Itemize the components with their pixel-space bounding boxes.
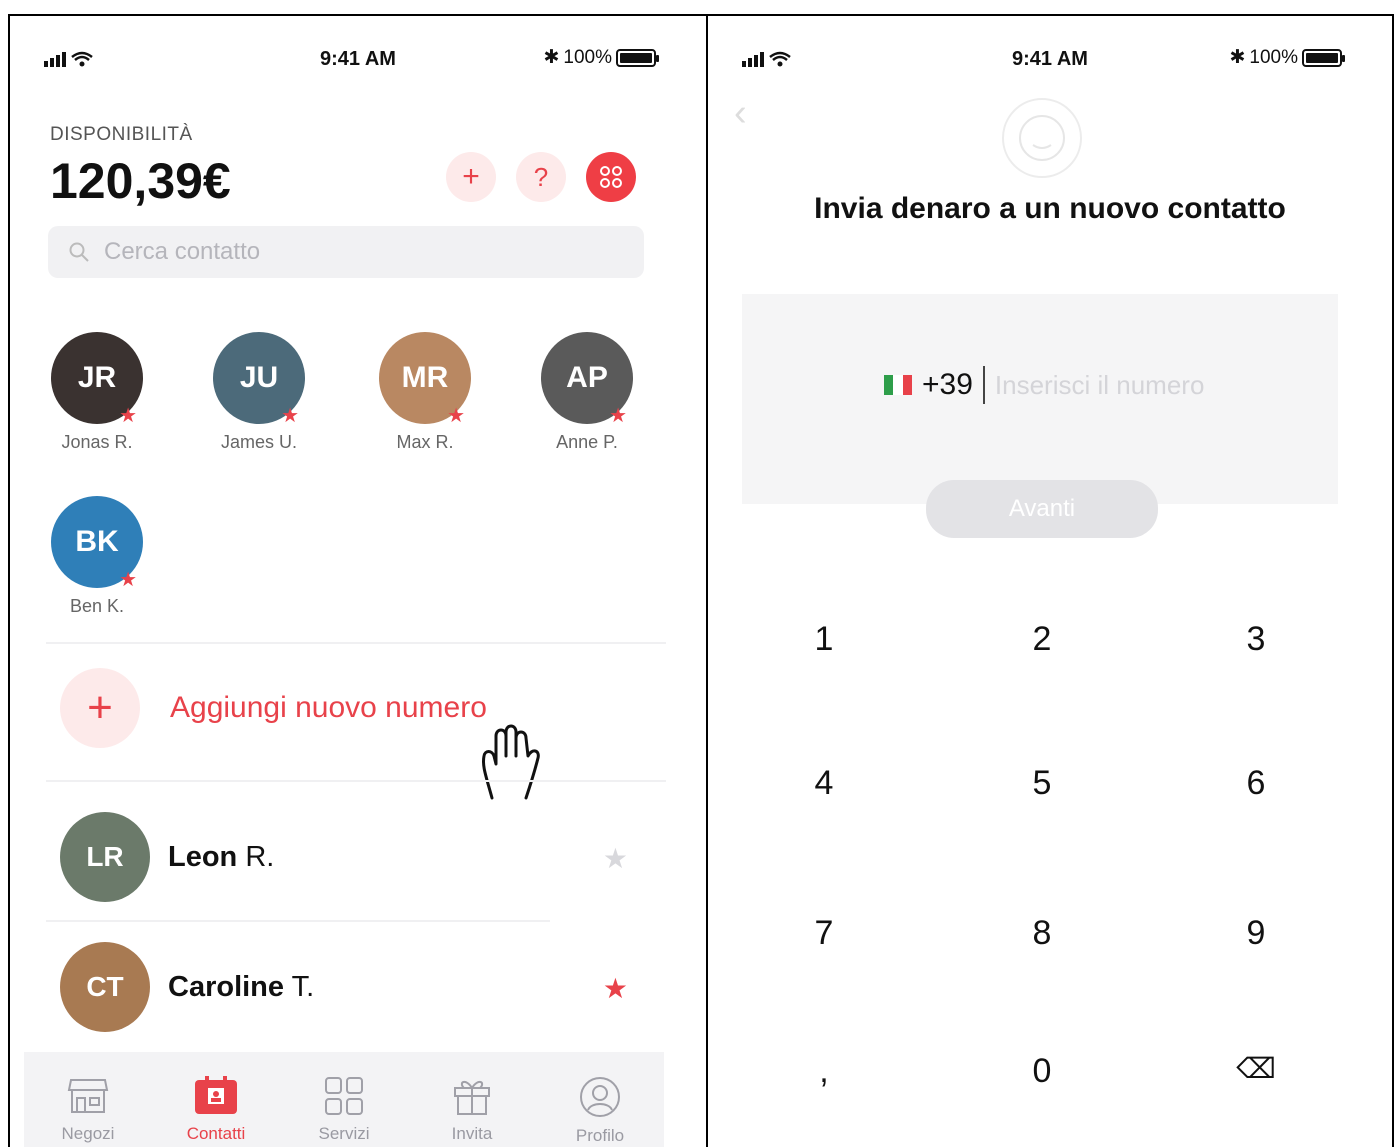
profile-icon: [580, 1077, 620, 1117]
avatar: CT: [60, 942, 150, 1032]
key-5[interactable]: 5: [982, 764, 1102, 803]
star-icon: ★: [609, 405, 627, 427]
tab-bar: Negozi Contatti Servizi Invita Profilo: [24, 1052, 664, 1147]
avatar: BK ★: [51, 496, 143, 591]
tab-servizi[interactable]: Servizi: [280, 1052, 408, 1147]
store-icon: [67, 1079, 109, 1113]
battery-icon: [616, 48, 659, 67]
gift-icon: [454, 1081, 490, 1115]
avatar: AP ★: [541, 332, 633, 427]
key-1[interactable]: 1: [764, 620, 884, 659]
status-bar: 9:41 AM ✱ 100%: [10, 44, 706, 74]
add-number-button[interactable]: + Aggiungi nuovo numero: [60, 668, 487, 748]
balance-amount: 120,39€: [50, 153, 231, 209]
key-8[interactable]: 8: [982, 914, 1102, 953]
avatar: JR ★: [51, 332, 143, 427]
key-7[interactable]: 7: [764, 914, 884, 953]
italy-flag-icon: [884, 375, 912, 395]
key-2[interactable]: 2: [982, 620, 1102, 659]
key-comma[interactable]: ,: [764, 1052, 884, 1091]
tab-profilo[interactable]: Profilo: [536, 1052, 664, 1147]
star-icon: ★: [447, 405, 465, 427]
bluetooth-icon: ✱: [1229, 47, 1246, 68]
star-icon: ★: [119, 405, 137, 427]
tab-label: Contatti: [186, 1124, 246, 1143]
tab-negozi[interactable]: Negozi: [24, 1052, 152, 1147]
battery-icon: [1302, 48, 1345, 67]
bluetooth-icon: ✱: [543, 47, 560, 68]
divider: [46, 780, 666, 782]
divider: [46, 920, 550, 922]
add-number-label: Aggiungi nuovo numero: [170, 691, 487, 724]
help-button[interactable]: ?: [516, 152, 566, 202]
number-placeholder: Inserisci il numero: [994, 369, 1205, 400]
page-title: Invia denaro a un nuovo contatto: [814, 192, 1286, 225]
key-3[interactable]: 3: [1196, 620, 1316, 659]
key-9[interactable]: 9: [1196, 914, 1316, 953]
back-chevron-icon[interactable]: ‹: [734, 92, 747, 135]
apps-icon: [600, 166, 622, 188]
avatar: LR: [60, 812, 150, 902]
contact-name: Leon R.: [168, 840, 275, 873]
favorite-name: Jonas R.: [61, 432, 133, 452]
favorite-star-icon[interactable]: ★: [603, 972, 628, 1005]
plus-icon: +: [60, 668, 140, 748]
pointer-hand-icon: [482, 724, 540, 800]
tab-label: Invita: [451, 1124, 493, 1143]
contacts-icon: [195, 1076, 237, 1114]
tab-label: Servizi: [318, 1124, 370, 1143]
send-money-screen: 9:41 AM ✱ 100% ‹ Invia denaro a un nuovo…: [706, 14, 1394, 1147]
favorite-contact[interactable]: JR ★ Jonas R.: [32, 332, 162, 453]
key-0[interactable]: 0: [982, 1052, 1102, 1091]
contact-row[interactable]: LR Leon R.: [60, 812, 274, 902]
tab-invita[interactable]: Invita: [408, 1052, 536, 1147]
favorite-name: Ben K.: [69, 596, 125, 616]
contact-name: Caroline T.: [168, 970, 315, 1003]
next-button[interactable]: Avanti: [926, 480, 1158, 538]
star-icon: ★: [119, 569, 137, 591]
apps-button[interactable]: [586, 152, 636, 202]
phone-number-field[interactable]: +39 Inserisci il numero: [884, 366, 1204, 404]
battery-percent: 100%: [1249, 46, 1298, 68]
favorite-contact[interactable]: JU ★ James U.: [194, 332, 324, 453]
text-cursor: [982, 366, 985, 404]
key-6[interactable]: 6: [1196, 764, 1316, 803]
avatar: JU ★: [213, 332, 305, 427]
favorite-name: Anne P.: [556, 432, 618, 452]
favorite-contact[interactable]: AP ★ Anne P.: [522, 332, 652, 453]
tab-label: Negozi: [61, 1124, 115, 1143]
status-bar: 9:41 AM ✱ 100%: [708, 44, 1392, 74]
country-prefix: +39: [922, 368, 973, 401]
favorite-name: Max R.: [396, 432, 454, 452]
battery-status: ✱ 100%: [1229, 46, 1345, 69]
grid-icon: [325, 1077, 363, 1115]
key-4[interactable]: 4: [764, 764, 884, 803]
tab-label: Profilo: [575, 1126, 625, 1145]
favorite-contact[interactable]: MR ★ Max R.: [360, 332, 490, 453]
divider: [46, 642, 666, 644]
balance-label: DISPONIBILITÀ: [50, 124, 193, 145]
favorite-name: James U.: [220, 432, 298, 452]
contact-placeholder-avatar: [1002, 98, 1082, 178]
contact-row[interactable]: CT Caroline T.: [60, 942, 314, 1032]
battery-status: ✱ 100%: [543, 46, 659, 69]
search-icon: [69, 242, 89, 262]
contacts-screen: 9:41 AM ✱ 100% DISPONIBILITÀ 120,39€ + ?…: [8, 14, 708, 1147]
add-button[interactable]: +: [446, 152, 496, 202]
avatar: MR ★: [379, 332, 471, 427]
favorite-star-icon[interactable]: ★: [603, 842, 628, 875]
favorite-contact[interactable]: BK ★ Ben K.: [32, 496, 162, 617]
backspace-icon[interactable]: ⌫: [1196, 1052, 1316, 1085]
search-placeholder: Cerca contatto: [104, 238, 261, 265]
search-input[interactable]: Cerca contatto: [48, 226, 644, 278]
face-icon: [1019, 115, 1065, 161]
star-icon: ★: [281, 405, 299, 427]
tab-contatti[interactable]: Contatti: [152, 1052, 280, 1147]
battery-percent: 100%: [563, 46, 612, 68]
